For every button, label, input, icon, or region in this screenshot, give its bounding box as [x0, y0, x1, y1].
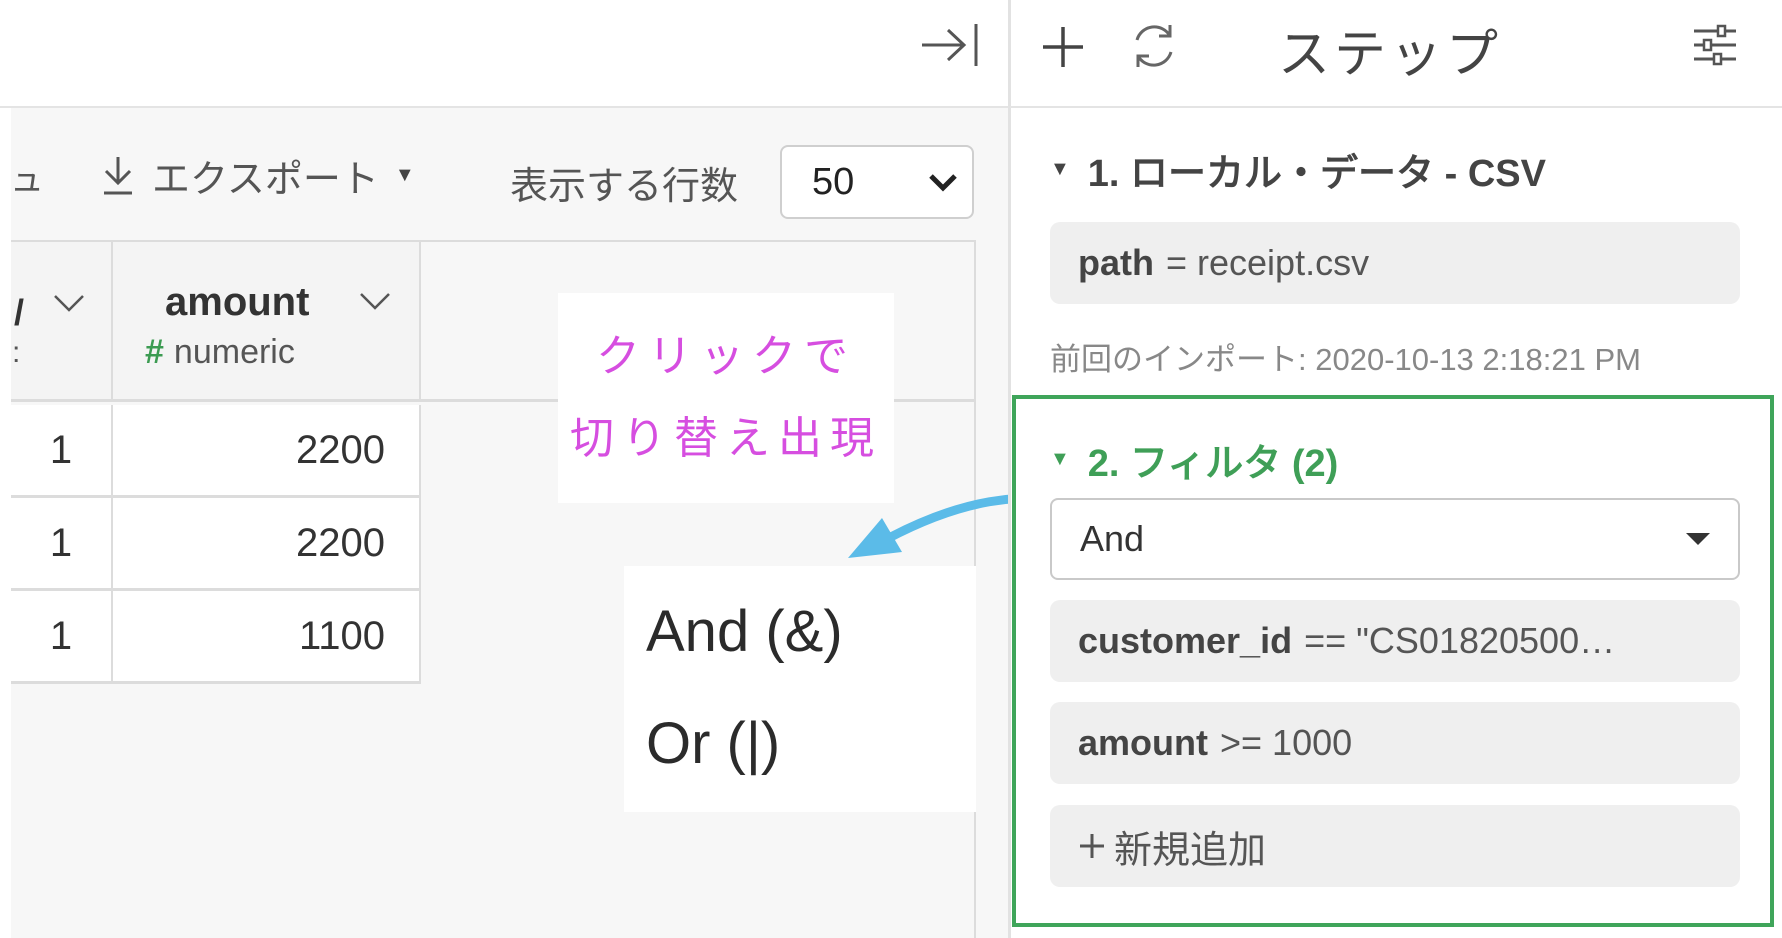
column-type-amount: # numeric	[145, 333, 295, 372]
column-type-label: numeric	[173, 333, 295, 371]
data-toolbar-area	[0, 0, 1010, 107]
chevron-down-icon[interactable]	[358, 290, 392, 314]
condition-field: customer_id	[1078, 620, 1293, 661]
export-button[interactable]: エクスポート ▼	[100, 148, 415, 202]
dropdown-option-and[interactable]: And (&)	[646, 598, 843, 665]
filter-condition[interactable]: customer_id == "CS01820500…	[1050, 600, 1740, 682]
add-step-icon[interactable]	[1040, 24, 1086, 70]
panel-header-divider	[1010, 106, 1782, 108]
prev-column-type: :	[12, 336, 21, 369]
divider	[0, 106, 1010, 108]
dropdown-option-or[interactable]: Or (|)	[646, 710, 780, 777]
collapse-panel-icon[interactable]	[918, 18, 982, 72]
step-2-header[interactable]: ▼ 2. フィルタ (2)	[1050, 432, 1338, 487]
rows-label: 表示する行数	[510, 166, 739, 208]
table-cell[interactable]: 1	[11, 498, 113, 591]
condition-expr: == "CS01820500…	[1304, 620, 1616, 661]
chevron-down-icon[interactable]	[52, 292, 86, 316]
chevron-down-icon	[929, 174, 957, 192]
table-cell[interactable]: 1100	[113, 591, 421, 684]
caret-down-icon	[1686, 533, 1710, 545]
table-cell[interactable]: 2200	[113, 405, 421, 498]
caret-down-icon: ▼	[394, 163, 415, 186]
table-cell[interactable]: 1	[11, 591, 113, 684]
last-import-time: 前回のインポート: 2020-10-13 2:18:21 PM	[1050, 342, 1641, 377]
annotation-line-2: 切り替え出現	[570, 413, 882, 464]
column-name-amount: amount	[165, 280, 310, 324]
step-1-label: 1. ローカル・データ - CSV	[1087, 153, 1546, 195]
logic-dropdown-menu: And (&) Or (|)	[624, 566, 976, 812]
refresh-icon[interactable]	[1128, 20, 1180, 72]
column-header-prev[interactable]	[11, 242, 113, 402]
download-icon	[104, 157, 132, 195]
step-2-label: 2. フィルタ (2)	[1087, 443, 1339, 485]
step-1-header[interactable]: ▼ 1. ローカル・データ - CSV	[1050, 142, 1546, 197]
numeric-hash-icon: #	[145, 333, 164, 371]
export-label: エクスポート	[152, 158, 379, 201]
plus-icon	[1080, 834, 1104, 858]
table-cell[interactable]: 1	[11, 405, 113, 498]
param-key: path	[1078, 242, 1154, 283]
logic-operator-select[interactable]: And	[1050, 498, 1740, 580]
settings-sliders-icon[interactable]	[1690, 22, 1740, 68]
rows-per-page-select[interactable]: 50	[780, 145, 974, 219]
param-value: = receipt.csv	[1166, 242, 1370, 283]
caret-down-icon: ▼	[1050, 448, 1070, 470]
panel-divider	[1008, 0, 1011, 938]
filter-condition[interactable]: amount >= 1000	[1050, 702, 1740, 784]
logic-select-value: And	[1080, 518, 1145, 559]
toolbar-menu-fragment[interactable]: ュ	[10, 152, 44, 201]
caret-down-icon: ▼	[1050, 158, 1070, 180]
panel-title: ステップ	[1278, 26, 1503, 84]
condition-expr: >= 1000	[1220, 722, 1353, 763]
annotation-line-1: クリックで	[596, 331, 856, 382]
step-1-parameter[interactable]: path = receipt.csv	[1050, 222, 1740, 304]
add-condition-label: 新規追加	[1114, 829, 1267, 872]
condition-field: amount	[1078, 722, 1208, 763]
table-cell[interactable]: 2200	[113, 498, 421, 591]
prev-column-name: /	[14, 292, 25, 333]
add-condition-button[interactable]: 新規追加	[1050, 805, 1740, 887]
rows-select-value: 50	[812, 160, 855, 203]
